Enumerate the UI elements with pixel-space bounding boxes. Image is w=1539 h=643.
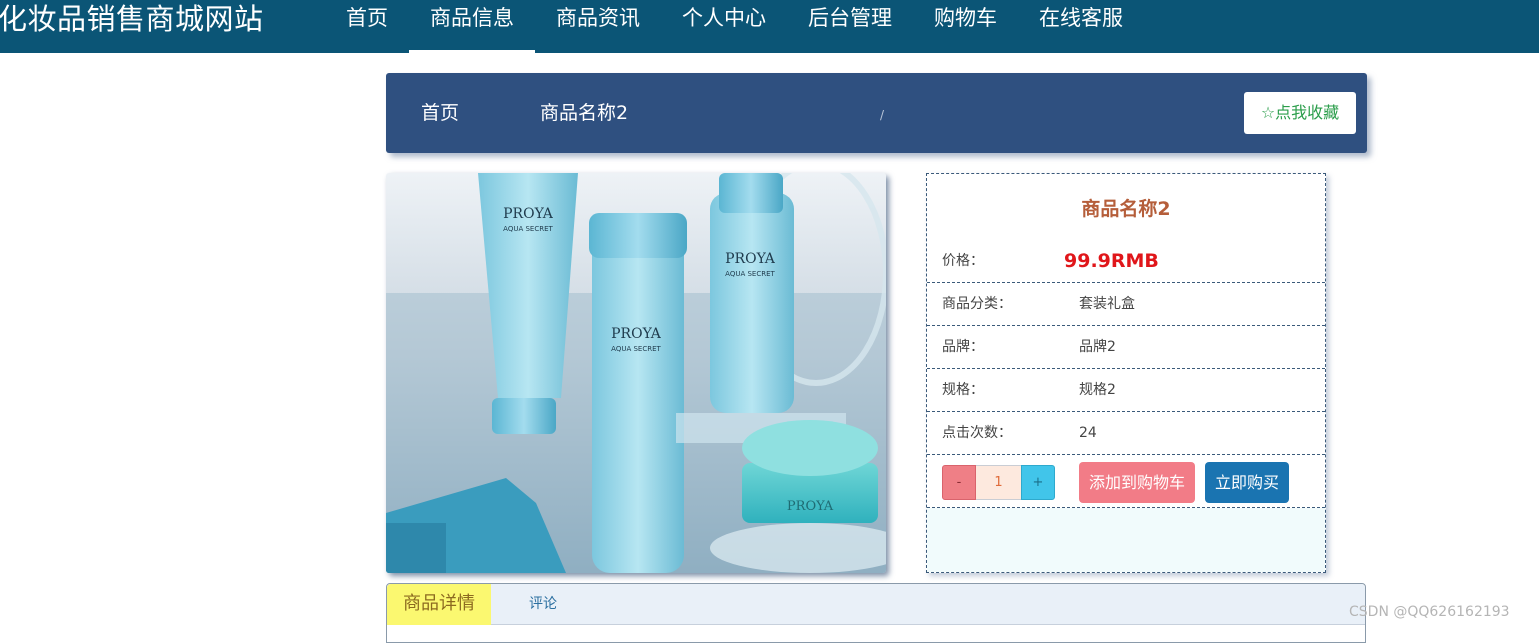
favorite-button-label: 点我收藏 [1275, 103, 1340, 122]
product-sub-text-3: AQUA SECRET [725, 270, 775, 278]
spec-label: 规格： [942, 382, 984, 398]
tab-comments[interactable]: 评论 [529, 584, 557, 625]
nav-item-cart[interactable]: 购物车 [913, 0, 1018, 53]
nav-item-news[interactable]: 商品资讯 [535, 0, 661, 53]
category-row: 商品分类： 套装礼盒 [927, 283, 1325, 326]
nav-item-customer-service[interactable]: 在线客服 [1018, 0, 1144, 53]
product-brand-text-1: PROYA [503, 206, 554, 222]
spec-value: 规格2 [1079, 382, 1116, 398]
product-info-panel: 商品名称2 价格： 99.9RMB 商品分类： 套装礼盒 品牌： 品牌2 规格：… [926, 173, 1326, 573]
breadcrumb-separator: / [880, 108, 885, 122]
brand-label: 品牌： [942, 339, 984, 355]
nav-item-products[interactable]: 商品信息 [409, 0, 535, 53]
purchase-row: - 1 + 添加到购物车 立即购买 [927, 455, 1325, 508]
clicks-row: 点击次数： 24 [927, 412, 1325, 455]
nav-item-home[interactable]: 首页 [325, 0, 409, 53]
product-brand-text-2: PROYA [611, 326, 662, 342]
brand-value: 品牌2 [1079, 339, 1116, 355]
price-label: 价格： [942, 253, 984, 269]
watermark: CSDN @QQ626162193 [1349, 604, 1510, 620]
nav-item-admin[interactable]: 后台管理 [787, 0, 913, 53]
product-sub-text-1: AQUA SECRET [503, 225, 553, 233]
tabs-header: 商品详情 评论 [387, 584, 1365, 625]
product-photo: PROYA AQUA SECRET PROYA AQUA SECRET PROY… [386, 173, 886, 573]
clicks-value: 24 [1079, 425, 1097, 441]
price-row: 价格： 99.9RMB [927, 240, 1325, 283]
tab-product-detail[interactable]: 商品详情 [387, 584, 491, 625]
star-outline-icon: ☆ [1260, 103, 1276, 122]
clicks-label: 点击次数： [942, 425, 1012, 441]
quantity-input[interactable]: 1 [976, 465, 1021, 500]
product-brand-text-3: PROYA [725, 251, 776, 267]
breadcrumb-home-link[interactable]: 首页 [421, 73, 459, 153]
product-image: PROYA AQUA SECRET PROYA AQUA SECRET PROY… [386, 173, 886, 573]
product-name: 商品名称2 [1081, 198, 1171, 220]
spec-row: 规格： 规格2 [927, 369, 1325, 412]
breadcrumb-current: 商品名称2 [540, 102, 629, 124]
product-brand-text-4: PROYA [787, 499, 834, 514]
breadcrumb: 首页 / 商品名称2 ☆点我收藏 [386, 73, 1367, 153]
price-value: 99.9RMB [1064, 250, 1159, 272]
product-tabs: 商品详情 评论 [386, 583, 1366, 643]
nav-item-user-center[interactable]: 个人中心 [661, 0, 787, 53]
product-sub-text-2: AQUA SECRET [611, 345, 661, 353]
category-value: 套装礼盒 [1079, 296, 1135, 312]
quantity-increase-button[interactable]: + [1021, 465, 1055, 500]
main-nav: 首页 商品信息 商品资讯 个人中心 后台管理 购物车 在线客服 [325, 0, 1144, 53]
add-to-cart-button[interactable]: 添加到购物车 [1079, 462, 1195, 503]
favorite-button[interactable]: ☆点我收藏 [1244, 92, 1356, 134]
buy-now-button[interactable]: 立即购买 [1205, 462, 1289, 503]
brand-row: 品牌： 品牌2 [927, 326, 1325, 369]
info-panel-footer [927, 508, 1325, 572]
quantity-decrease-button[interactable]: - [942, 465, 976, 500]
site-title: 化妆品销售商城网站 [0, 2, 264, 36]
top-navbar: 化妆品销售商城网站 首页 商品信息 商品资讯 个人中心 后台管理 购物车 在线客… [0, 0, 1539, 53]
category-label: 商品分类： [942, 296, 1012, 312]
